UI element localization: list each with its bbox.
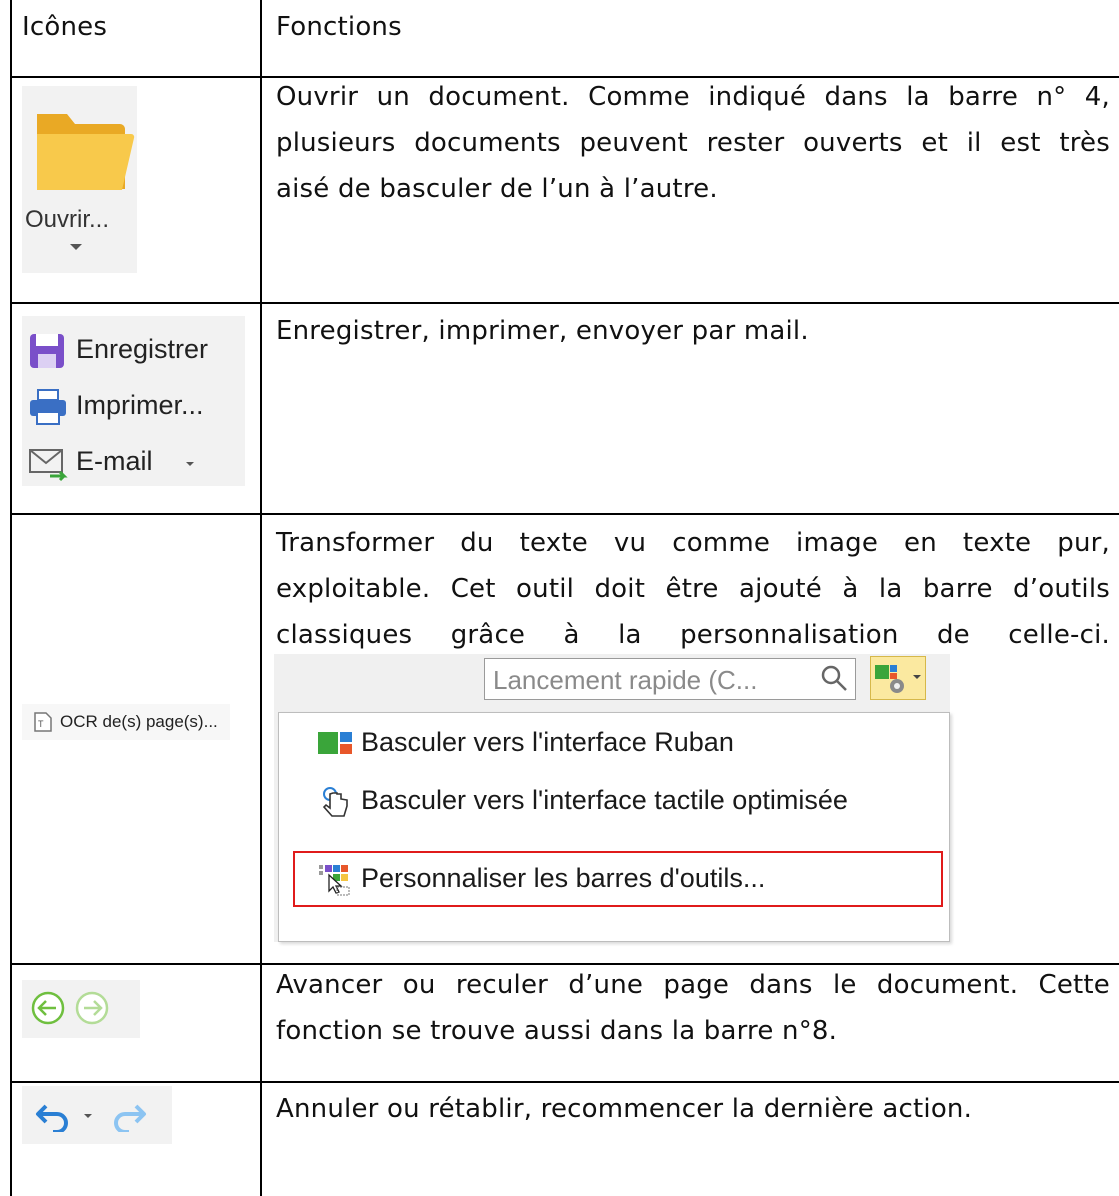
row-text: fonction se trouve aussi dans la barre n… [276,1016,838,1046]
navigation-buttons [22,980,140,1038]
menu-item-customize-toolbars[interactable]: Personnaliser les barres d'outils... [293,851,943,907]
menu-item-label: Basculer vers l'interface tactile optimi… [361,785,848,815]
function-table: Icônes Fonctions Ouvrir... Ouvrir un doc… [0,0,1119,1196]
save-label: Enregistrer [76,334,209,364]
table-border-left [10,0,12,1196]
row-text: classiques grâce à la personnalisation d… [276,620,1110,650]
chevron-down-icon[interactable] [84,1114,92,1118]
back-arrow-icon[interactable] [30,990,66,1026]
menu-item-label: Personnaliser les barres d'outils... [361,863,766,893]
row-text: Avancer ou reculer d’une page dans le do… [276,970,1110,1000]
save-icon [30,334,64,368]
customize-toolbars-icon [319,865,350,896]
quick-launch-search[interactable]: Lancement rapide (C... [484,658,856,700]
undo-redo-buttons [22,1086,172,1144]
table-column-divider [260,0,262,1196]
chevron-down-icon [70,244,82,250]
chevron-down-icon [186,462,194,466]
ribbon-icon [318,732,352,754]
interface-switch-button[interactable] [870,656,926,700]
search-placeholder: Lancement rapide (C... [493,665,758,695]
undo-icon[interactable] [34,1100,74,1132]
menu-item-label: Basculer vers l'interface Ruban [361,727,734,757]
ocr-button[interactable]: T OCR de(s) page(s)... [22,704,230,740]
print-label: Imprimer... [76,390,204,420]
email-label: E-mail [76,446,153,476]
interface-switch-icon [875,665,904,693]
redo-icon[interactable] [108,1100,148,1132]
row-text: Enregistrer, imprimer, envoyer par mail. [276,316,809,346]
printer-icon [30,389,66,425]
ocr-page-icon: T [34,712,52,732]
customize-menu-screenshot: Lancement rapide (C... Basculer vers l'i… [274,654,950,942]
menu-item-ribbon[interactable]: Basculer vers l'interface Ruban [279,719,947,769]
save-button[interactable]: Enregistrer [28,330,243,374]
row-divider [10,302,1119,304]
svg-text:T: T [38,719,44,729]
open-label: Ouvrir... [25,206,110,233]
open-button[interactable]: Ouvrir... [22,86,137,273]
ocr-label: OCR de(s) page(s)... [60,712,218,731]
row-text: plusieurs documents peuvent rester ouver… [276,128,1110,158]
folder-icon [37,114,135,190]
forward-arrow-icon[interactable] [74,990,110,1026]
print-button[interactable]: Imprimer... [28,386,243,430]
menu-item-touch[interactable]: Basculer vers l'interface tactile optimi… [279,777,947,827]
row-text: Ouvrir un document. Comme indiqué dans l… [276,82,1110,112]
row-text: Annuler ou rétablir, recommencer la dern… [276,1094,973,1124]
header-icons: Icônes [22,12,108,42]
touch-hand-icon [322,787,348,817]
email-button[interactable]: E-mail [28,442,243,486]
search-icon [821,665,847,691]
row-divider [10,513,1119,515]
row-text: aisé de basculer de l’un à l’autre. [276,174,718,204]
chevron-down-icon [913,675,921,679]
dropdown-menu: Basculer vers l'interface Ruban Basculer… [278,712,950,942]
row-text: Transformer du texte vu comme image en t… [276,528,1110,558]
header-functions: Fonctions [276,12,402,42]
envelope-icon [29,449,68,482]
file-actions-group: Enregistrer Imprimer... E-mail [22,316,245,486]
row-divider [10,1081,1119,1083]
row-text: exploitable. Cet outil doit être ajouté … [276,574,1110,604]
